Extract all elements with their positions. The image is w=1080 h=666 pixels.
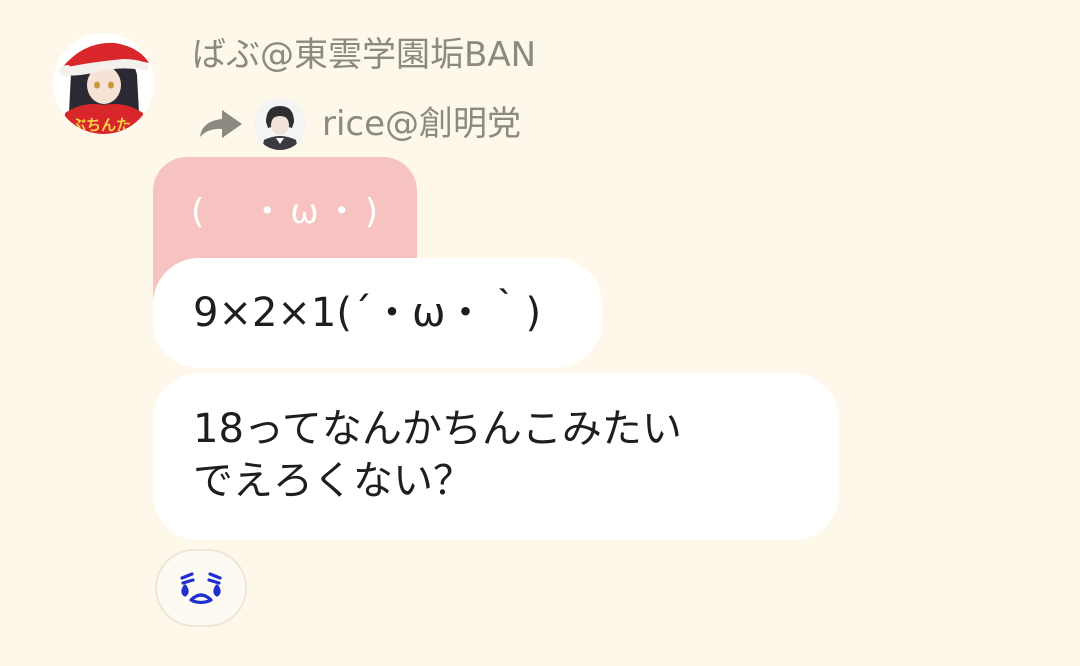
crying-face-reaction-icon xyxy=(180,572,222,605)
reply-user-name[interactable]: rice@創明党 xyxy=(322,102,521,146)
message-bubble[interactable]: 18ってなんかちんこみたい でえろくない？ xyxy=(153,373,839,540)
quoted-message-text: ( ・ω・) xyxy=(191,192,385,232)
message-text: 9×2×1(´・ω・｀) xyxy=(193,290,542,336)
reply-user-avatar[interactable] xyxy=(254,98,306,150)
forwarded-from[interactable]: rice@創明党 xyxy=(198,98,521,150)
message-bubble[interactable]: 9×2×1(´・ω・｀) xyxy=(153,258,602,368)
sender-name[interactable]: ばぶ@東雲学園垢BAN xyxy=(192,33,536,77)
message-text-line: 18ってなんかちんこみたい xyxy=(193,406,682,452)
svg-text:ぶちんた: ぶちんた xyxy=(70,116,131,134)
reaction-chip[interactable] xyxy=(155,549,247,627)
message-text-line: でえろくない？ xyxy=(193,458,473,504)
santa-anime-girl-avatar-icon: ぶちんた xyxy=(53,33,154,134)
forward-arrow-icon xyxy=(200,110,242,138)
sender-avatar[interactable]: ぶちんた xyxy=(53,33,154,134)
reply-user-avatar-icon xyxy=(254,98,306,150)
